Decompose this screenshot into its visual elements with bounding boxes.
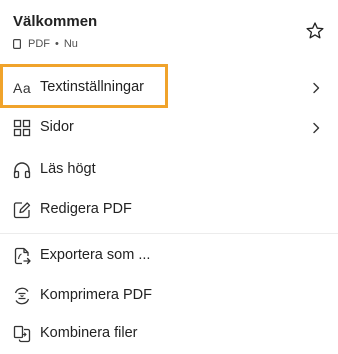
document-meta: PDF • Nu xyxy=(13,37,78,51)
menu-divider xyxy=(0,233,338,234)
menu-item-read-aloud[interactable]: Läs högt xyxy=(0,150,338,190)
star-icon[interactable] xyxy=(305,21,325,41)
file-type-label: PDF xyxy=(28,38,50,50)
meta-separator: • xyxy=(55,38,59,50)
menu-item-export[interactable]: Exportera som ... xyxy=(0,236,338,276)
menu-item-edit-pdf[interactable]: Redigera PDF xyxy=(0,190,338,230)
menu-item-label: Redigera PDF xyxy=(40,201,132,217)
timestamp-label: Nu xyxy=(63,38,78,50)
menu-item-label: Kombinera filer xyxy=(40,325,138,341)
document-title: Välkommen xyxy=(13,13,98,30)
menu-item-label: Läs högt xyxy=(40,161,96,177)
menu-item-combine-files[interactable]: Kombinera filer xyxy=(0,314,338,354)
document-header: Välkommen PDF • Nu xyxy=(0,0,338,60)
menu-item-label: Sidor xyxy=(40,119,74,135)
pages-grid-icon xyxy=(13,119,31,137)
menu-item-pages[interactable]: Sidor xyxy=(0,108,338,148)
chevron-right-icon xyxy=(313,122,320,134)
chevron-right-icon xyxy=(313,82,320,94)
combine-files-icon xyxy=(13,325,31,343)
menu-item-label: Komprimera PDF xyxy=(40,287,152,303)
document-icon xyxy=(13,39,21,49)
menu-item-label: Exportera som ... xyxy=(40,247,151,263)
edit-pdf-icon xyxy=(13,202,31,219)
headphones-icon xyxy=(13,162,31,179)
menu-item-text-settings[interactable]: Aa Textinställningar xyxy=(0,68,338,108)
text-settings-icon: Aa xyxy=(13,80,32,96)
menu-item-compress-pdf[interactable]: Komprimera PDF xyxy=(0,276,338,316)
compress-icon xyxy=(14,287,30,305)
menu-item-label: Textinställningar xyxy=(40,79,144,95)
export-icon xyxy=(14,247,31,265)
